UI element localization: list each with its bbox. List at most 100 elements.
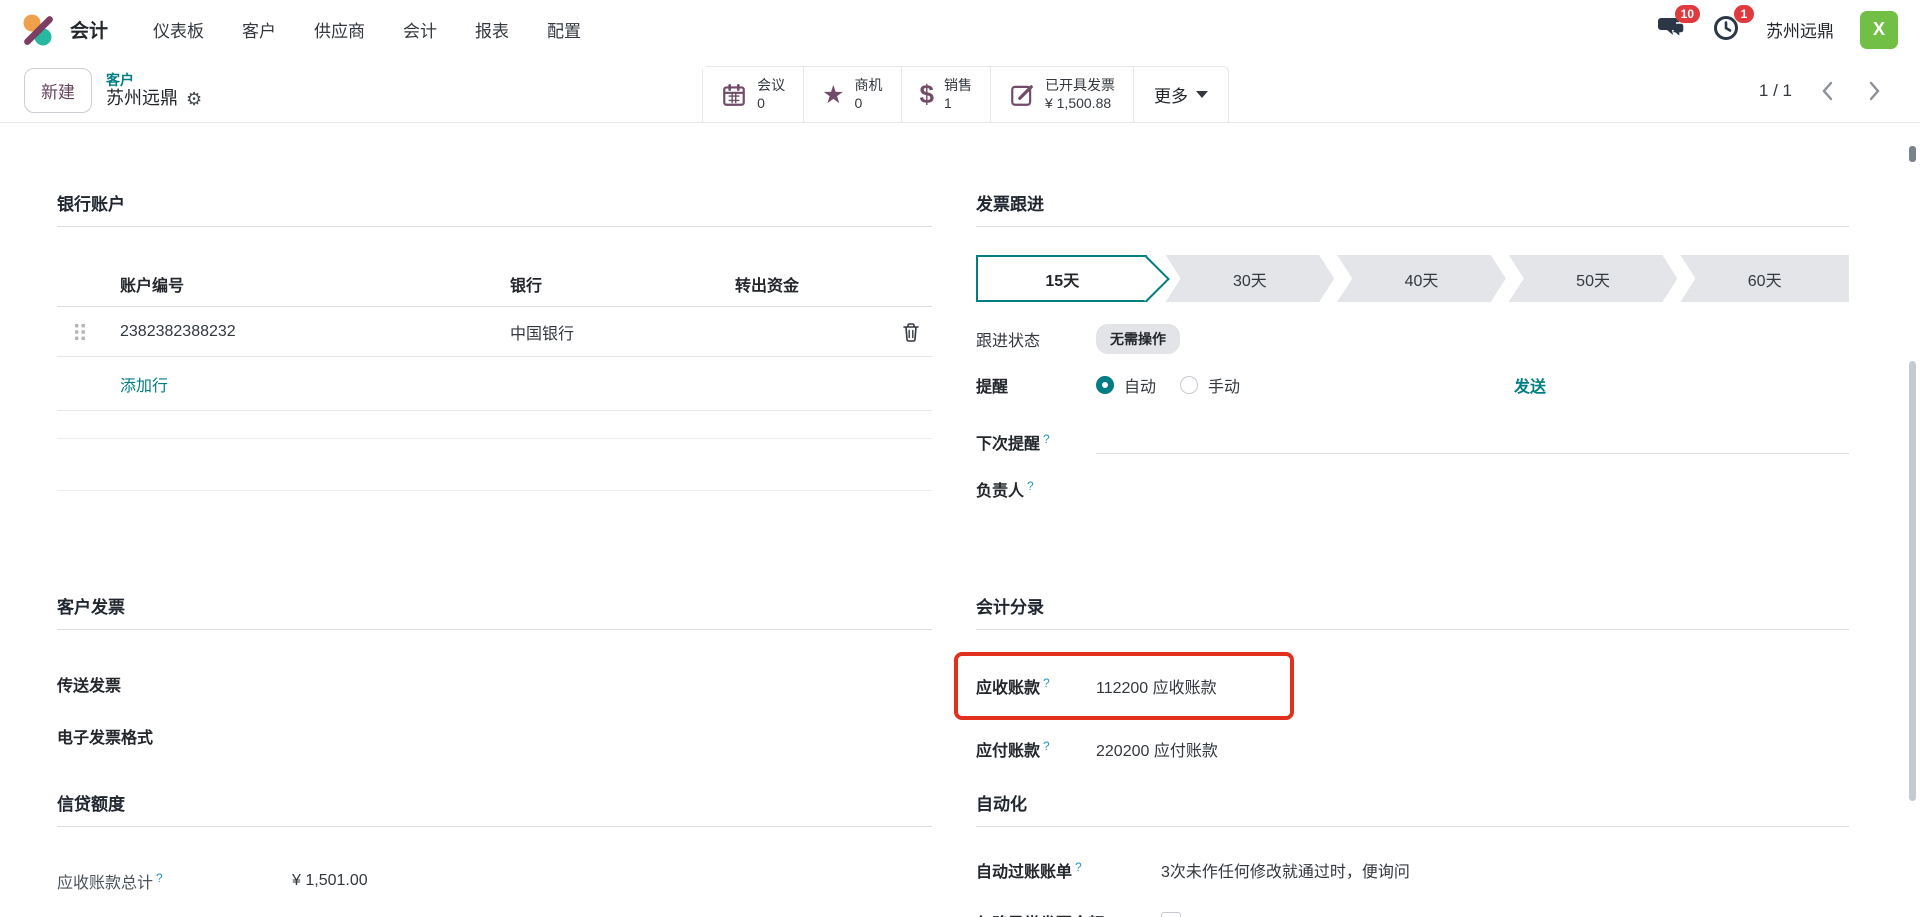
new-button[interactable]: 新建 <box>24 68 92 113</box>
control-panel: 新建 客户 苏州远鼎 ⚙ 会议 0 ★ 商机 0 <box>0 59 1920 123</box>
company-switcher[interactable]: 苏州远鼎 <box>1766 17 1834 42</box>
stat-button-meetings[interactable]: 会议 0 <box>703 67 804 122</box>
delete-row-button[interactable] <box>902 322 920 342</box>
stat-label: 会议 <box>757 77 785 95</box>
section-title: 自动化 <box>976 790 1849 827</box>
activities-button[interactable]: 1 <box>1712 13 1740 46</box>
cell-account-number[interactable]: 2382382388232 <box>102 323 492 341</box>
help-icon: ? <box>156 871 163 885</box>
messages-badge: 10 <box>1675 5 1700 23</box>
scrollbar-thumb[interactable] <box>1909 361 1916 801</box>
section-title: 发票跟进 <box>976 190 1849 227</box>
reminder-radio-group: 自动 手动 <box>1096 373 1254 397</box>
drag-handle[interactable] <box>57 323 102 341</box>
top-navbar: 会计 仪表板 客户 供应商 会计 报表 配置 10 1 苏州远鼎 X <box>0 0 1920 59</box>
field-row-ignore-abnormal: 忽略异常发票金额 <box>976 907 1849 917</box>
bank-accounts-table: 账户编号 银行 转出资金 2382382388 <box>57 261 932 491</box>
app-name[interactable]: 会计 <box>70 16 108 43</box>
help-icon: ? <box>1043 432 1050 446</box>
ignore-abnormal-checkbox[interactable] <box>1161 912 1181 917</box>
field-label: 提醒 <box>976 373 1096 397</box>
pager-counter: 1 / 1 <box>1759 81 1792 101</box>
menu-item-vendors[interactable]: 供应商 <box>295 7 384 52</box>
field-label: 应收账款? <box>976 674 1096 698</box>
field-row-einvoice-format: 电子发票格式 <box>57 710 932 762</box>
column-header-account-number[interactable]: 账户编号 <box>102 272 492 296</box>
field-row-payable-account: 应付账款? 220200 应付账款 <box>976 734 1849 764</box>
field-row-total-receivable: 应收账款总计? ¥ 1,501.00 <box>57 857 932 905</box>
field-value-total-receivable[interactable]: ¥ 1,501.00 <box>292 872 368 890</box>
field-value-receivable-account[interactable]: 112200 应收账款 <box>1096 674 1217 698</box>
field-value-auto-post[interactable]: 3次未作任何修改就通过时，便询问 <box>1161 858 1410 882</box>
field-row-dso: 销售变现天数 2.00 <box>57 905 932 917</box>
stat-button-opportunities[interactable]: ★ 商机 0 <box>804 67 901 122</box>
radio-manual-label[interactable]: 手动 <box>1208 373 1240 397</box>
next-reminder-input[interactable] <box>1096 428 1849 454</box>
step-50-days[interactable]: 50天 <box>1509 255 1678 302</box>
stat-label: 已开具发票 <box>1045 77 1115 95</box>
drag-handle-icon <box>74 323 86 341</box>
user-avatar[interactable]: X <box>1860 11 1898 49</box>
column-header-bank[interactable]: 银行 <box>492 272 717 296</box>
chevron-down-icon <box>1196 91 1208 98</box>
send-link[interactable]: 发送 <box>1514 373 1546 397</box>
field-row-receivable-account: 应收账款? 112200 应收账款 <box>976 671 1276 701</box>
field-label: 忽略异常发票金额 <box>976 910 1161 917</box>
chevron-right-icon[interactable] <box>1864 79 1884 103</box>
followup-steps: 15天 30天 40天 50天 60天 <box>976 255 1849 302</box>
section-title: 银行账户 <box>57 190 932 227</box>
menu-item-accounting[interactable]: 会计 <box>384 7 456 52</box>
activities-badge: 1 <box>1734 5 1754 23</box>
step-30-days[interactable]: 30天 <box>1166 255 1335 302</box>
cell-bank[interactable]: 中国银行 <box>492 320 717 344</box>
field-label: 跟进状态 <box>976 327 1096 351</box>
menu-item-dashboard[interactable]: 仪表板 <box>134 7 223 52</box>
add-line-link[interactable]: 添加行 <box>57 372 168 396</box>
field-row-followup-status: 跟进状态 无需操作 <box>976 324 1849 354</box>
radio-auto[interactable] <box>1096 376 1114 394</box>
navbar-right: 10 1 苏州远鼎 X <box>1656 11 1898 49</box>
column-header-outgoing-funds[interactable]: 转出资金 <box>717 272 932 296</box>
gear-icon[interactable]: ⚙ <box>186 90 202 108</box>
breadcrumb: 客户 苏州远鼎 ⚙ <box>106 72 202 109</box>
help-icon: ? <box>1075 860 1082 874</box>
trash-icon <box>902 322 920 342</box>
field-label: 电子发票格式 <box>57 724 153 748</box>
section-title: 会计分录 <box>976 593 1849 630</box>
highlight-box: 应收账款? 112200 应收账款 <box>954 652 1294 720</box>
chevron-left-icon[interactable] <box>1818 79 1838 103</box>
more-button[interactable]: 更多 <box>1134 67 1228 122</box>
breadcrumb-current: 苏州远鼎 ⚙ <box>106 88 202 109</box>
stat-value: 0 <box>757 95 785 113</box>
breadcrumb-parent[interactable]: 客户 <box>106 72 202 88</box>
menu-item-customers[interactable]: 客户 <box>223 7 295 52</box>
star-icon: ★ <box>822 80 844 110</box>
table-row[interactable]: 2382382388232 中国银行 <box>57 307 932 357</box>
field-label: 自动过账账单? <box>976 858 1161 882</box>
step-40-days[interactable]: 40天 <box>1337 255 1506 302</box>
odoo-logo-icon[interactable] <box>20 12 56 48</box>
stat-button-invoiced[interactable]: 已开具发票 ¥ 1,500.88 <box>991 67 1134 122</box>
messages-button[interactable]: 10 <box>1656 13 1686 46</box>
dollar-icon: $ <box>920 79 934 110</box>
section-credit-limit: 信贷额度 应收账款总计? ¥ 1,501.00 销售变现天数 2.00 <box>57 790 932 917</box>
table-header-row: 账户编号 银行 转出资金 <box>57 261 932 307</box>
pager: 1 / 1 <box>1759 79 1884 103</box>
step-15-days[interactable]: 15天 <box>976 255 1147 302</box>
stat-button-sales[interactable]: $ 销售 1 <box>902 67 991 122</box>
section-customer-invoices: 客户发票 传送发票 电子发票格式 <box>57 593 932 790</box>
menu-item-settings[interactable]: 配置 <box>528 7 600 52</box>
empty-table-row <box>57 439 932 491</box>
field-label: 应付账款? <box>976 737 1096 761</box>
menu-item-reports[interactable]: 报表 <box>456 7 528 52</box>
stat-value: ¥ 1,500.88 <box>1045 95 1115 113</box>
radio-manual[interactable] <box>1180 376 1198 394</box>
section-automation: 自动化 自动过账账单? 3次未作任何修改就通过时，便询问 忽略异常发票金额 <box>976 790 1849 917</box>
invoice-edit-icon <box>1009 82 1035 108</box>
field-label: 负责人? <box>976 477 1096 501</box>
step-60-days[interactable]: 60天 <box>1680 255 1849 302</box>
field-value-payable-account[interactable]: 220200 应付账款 <box>1096 737 1218 761</box>
left-column: 银行账户 账户编号 银行 转出资金 <box>57 190 932 917</box>
form-sheet: 银行账户 账户编号 银行 转出资金 <box>0 123 1920 917</box>
radio-auto-label[interactable]: 自动 <box>1124 373 1156 397</box>
